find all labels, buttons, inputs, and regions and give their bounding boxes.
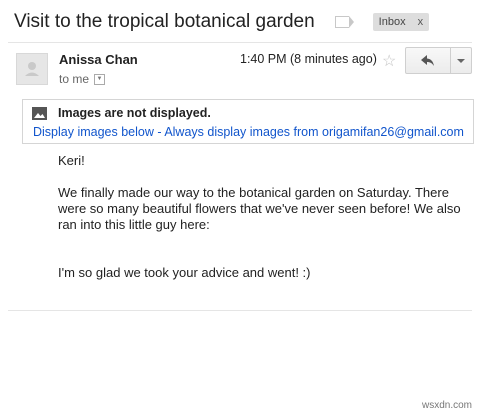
body-greeting: Keri! — [58, 153, 85, 168]
star-icon[interactable]: ☆ — [382, 51, 396, 71]
subject-row: Visit to the tropical botanical garden I… — [14, 8, 430, 36]
images-banner-title: Images are not displayed. — [58, 106, 211, 120]
body-paragraph: We finally made our way to the botanical… — [58, 185, 461, 232]
email-timestamp: 1:40 PM (8 minutes ago) — [240, 52, 377, 66]
email-body: Keri! We finally made our way to the bot… — [58, 153, 468, 281]
always-display-images-link[interactable]: Always display images from origamifan26@… — [164, 125, 464, 139]
reply-arrow-icon — [421, 55, 434, 66]
images-banner-links: Display images below - Always display im… — [33, 125, 464, 139]
avatar[interactable] — [16, 53, 48, 85]
more-actions-button[interactable] — [450, 48, 471, 73]
link-separator: - — [153, 125, 165, 139]
label-text: Inbox — [378, 16, 406, 28]
email-subject: Visit to the tropical botanical garden — [14, 11, 315, 32]
show-details-button[interactable]: ▼ — [94, 73, 106, 85]
email-view: Visit to the tropical botanical garden I… — [0, 0, 480, 413]
images-not-displayed-banner: Images are not displayed. Display images… — [22, 99, 474, 144]
image-placeholder-icon — [32, 107, 47, 120]
inbox-label-chip[interactable]: Inbox x — [372, 13, 430, 31]
recipient-text: to me — [59, 72, 90, 86]
reply-button[interactable] — [406, 48, 450, 73]
watermark: wsxdn.com — [421, 400, 472, 411]
remove-label-button[interactable]: x — [418, 16, 424, 28]
message-divider — [8, 310, 472, 311]
important-marker-icon[interactable] — [334, 16, 354, 28]
subject-divider — [8, 42, 472, 43]
recipient-line: to me ▼ — [59, 72, 106, 86]
body-closing: I'm so glad we took your advice and went… — [58, 265, 311, 280]
sender-name[interactable]: Anissa Chan — [59, 52, 138, 67]
caret-down-icon — [457, 58, 465, 63]
display-images-below-link[interactable]: Display images below — [33, 125, 154, 139]
reply-button-group — [405, 47, 472, 74]
person-silhouette-icon — [25, 62, 39, 76]
